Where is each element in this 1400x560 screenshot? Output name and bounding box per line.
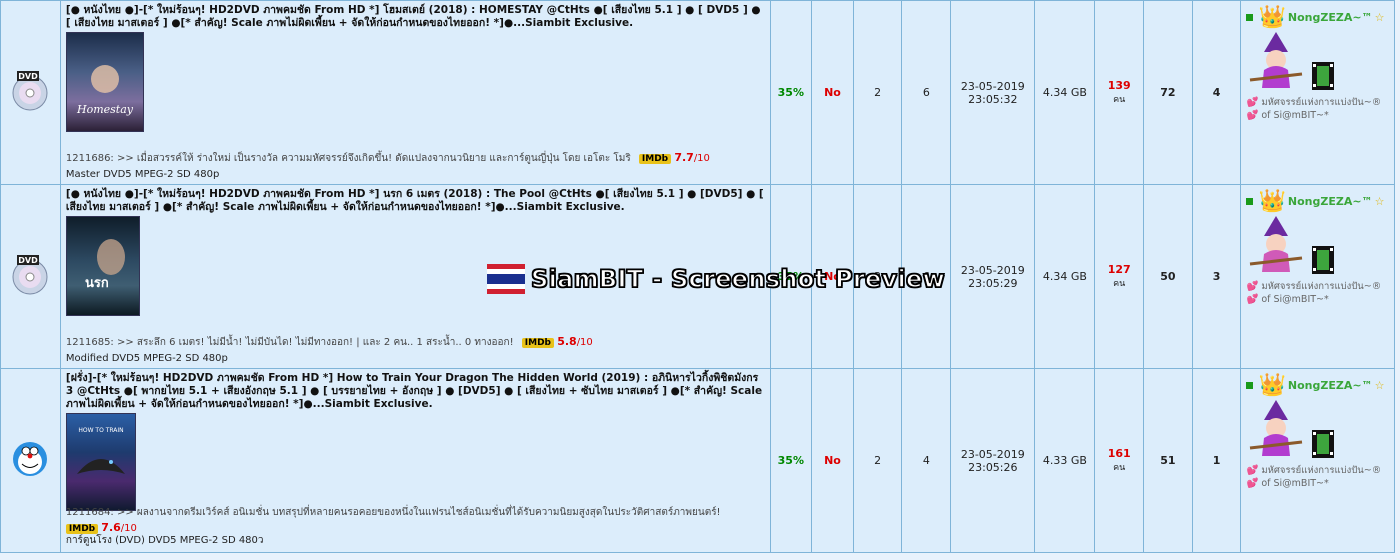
uploader-signature: 💕 มหัศจรรย์แห่งการแบ่งปัน~® 💕 of Si@mBIT… [1246,281,1382,305]
crown-icon: 👑 [1258,5,1286,30]
torrent-tags: การ์ตูนโรง (DVD) DVD5 MPEG-2 SD 480ว [65,535,264,546]
free-cell: No [811,0,854,185]
poster-image[interactable]: นรก [65,216,140,316]
witch-avatar-icon [1250,216,1303,272]
torrent-description: 1211686: >> เมื่อสวรรค์ให้ ร่างใหม่ เป็น… [65,151,710,164]
count-cell-b: 4 [901,368,952,553]
torrent-table: DVD [● หนังไทย ●]-[* ใหม่ร้อนๆ! HD2DVD ภ… [0,0,1400,553]
category-cell[interactable]: DVD [0,184,61,369]
uploader-signature: 💕 มหัศจรรย์แห่งการแบ่งปัน~® 💕 of Si@mBIT… [1246,465,1382,489]
uploader-name-link[interactable]: NongZEZA~™ [1288,195,1373,208]
dvd-disc-icon[interactable]: DVD [8,69,52,113]
torrent-info-cell: [ฝรั่ง]-[* ใหม่ร้อนๆ! HD2DVD ภาพคมชัด Fr… [59,368,771,553]
star-icon: ☆ [1374,379,1385,392]
imdb-score: 5.8 [557,335,577,348]
table-row[interactable]: DVD [● หนังไทย ●]-[* ใหม่ร้อนๆ! HD2DVD ภ… [0,184,1400,369]
torrent-info-cell: [● หนังไทย ●]-[* ใหม่ร้อนๆ! HD2DVD ภาพคม… [59,184,771,369]
category-cell[interactable] [0,368,61,553]
torrent-title-link[interactable]: [ฝรั่ง]-[* ใหม่ร้อนๆ! HD2DVD ภาพคมชัด Fr… [66,372,765,411]
date-cell: 23-05-2019 23:05:29 [950,184,1036,369]
percent-cell: 35% [769,368,813,553]
online-status-icon [1246,198,1254,205]
snatched-cell[interactable]: 127 คน [1094,184,1145,369]
online-status-icon [1246,14,1254,21]
table-row[interactable]: DVD [● หนังไทย ●]-[* ใหม่ร้อนๆ! HD2DVD ภ… [0,0,1400,185]
size-cell: 4.34 GB [1034,184,1096,369]
online-status-icon [1246,382,1254,389]
count-cell-a: 2 [852,0,903,185]
count-cell-b: 6 [901,184,952,369]
snatched-cell[interactable]: 139 คน [1094,0,1145,185]
imdb-max: /10 [693,153,710,164]
torrent-tags: Master DVD5 MPEG-2 SD 480p [65,169,220,180]
svg-text:DVD: DVD [19,256,39,265]
leechers-cell[interactable]: 3 [1191,184,1242,369]
film-strip-icon [1312,246,1335,274]
date-cell: 23-05-2019 23:05:26 [950,368,1036,553]
torrent-description: 1211685: >> สระลึก 6 เมตร! ไม่มีน้ำ! ไม่… [65,335,593,348]
torrent-title-link[interactable]: [● หนังไทย ●]-[* ใหม่ร้อนๆ! HD2DVD ภาพคม… [66,188,765,214]
imdb-score: 7.7 [674,151,694,164]
torrent-info-cell: [● หนังไทย ●]-[* ใหม่ร้อนๆ! HD2DVD ภาพคม… [59,0,771,185]
imdb-badge: IMDb [638,154,672,164]
imdb-max: /10 [576,337,593,348]
size-cell: 4.33 GB [1034,368,1096,553]
leechers-cell[interactable]: 4 [1191,0,1242,185]
uploader-cell: 👑 NongZEZA~™ ☆ 💕 มหัศจรรย์แห่งการแบ่งปัน… [1240,184,1395,369]
leechers-cell[interactable]: 1 [1191,368,1242,553]
free-cell: No [811,368,854,553]
snatched-cell[interactable]: 161 คน [1094,368,1145,553]
uploader-name-link[interactable]: NongZEZA~™ [1288,379,1373,392]
table-row[interactable]: [ฝรั่ง]-[* ใหม่ร้อนๆ! HD2DVD ภาพคมชัด Fr… [0,368,1400,553]
svg-text:DVD: DVD [19,72,39,81]
torrent-description: 1211684: >> ผลงานจากดรีมเวิร์คส์ อนิเมชั… [65,507,721,534]
date-cell: 23-05-2019 23:05:32 [950,0,1036,185]
torrent-tags: Modified DVD5 MPEG-2 SD 480p [65,353,228,364]
seeders-cell[interactable]: 50 [1143,184,1193,369]
count-cell-b: 6 [901,0,952,185]
percent-cell: 35% [769,0,813,185]
film-strip-icon [1312,62,1335,90]
svg-text:Homestay: Homestay [76,103,134,116]
dvd-disc-icon[interactable]: DVD [8,253,52,297]
svg-text:HOW TO TRAIN: HOW TO TRAIN [78,427,123,434]
doraemon-cartoon-icon[interactable] [10,439,50,479]
star-icon: ☆ [1374,11,1385,24]
seeders-cell[interactable]: 72 [1143,0,1193,185]
film-strip-icon [1312,430,1335,458]
witch-avatar-icon [1250,400,1303,456]
uploader-cell: 👑 NongZEZA~™ ☆ 💕 มหัศจรรย์แห่งการแบ่งปัน… [1240,0,1395,185]
uploader-cell: 👑 NongZEZA~™ ☆ 💕 มหัศจรรย์แห่งการแบ่งปัน… [1240,368,1395,553]
count-cell-a: 2 [852,184,903,369]
percent-cell: 35% [769,184,813,369]
svg-text:นรก: นรก [85,276,109,291]
seeders-cell[interactable]: 51 [1143,368,1193,553]
poster-image[interactable]: Homestay [65,32,144,132]
poster-image[interactable]: HOW TO TRAIN [65,413,136,511]
crown-icon: 👑 [1258,189,1286,214]
star-icon: ☆ [1374,195,1385,208]
size-cell: 4.34 GB [1034,0,1096,185]
imdb-badge: IMDb [521,338,554,348]
category-cell[interactable]: DVD [0,0,61,185]
uploader-signature: 💕 มหัศจรรย์แห่งการแบ่งปัน~® 💕 of Si@mBIT… [1246,97,1382,121]
crown-icon: 👑 [1258,373,1286,398]
free-cell: No [811,184,854,369]
uploader-name-link[interactable]: NongZEZA~™ [1288,11,1373,24]
witch-avatar-icon [1250,32,1303,88]
count-cell-a: 2 [852,368,903,553]
torrent-title-link[interactable]: [● หนังไทย ●]-[* ใหม่ร้อนๆ! HD2DVD ภาพคม… [66,4,765,30]
